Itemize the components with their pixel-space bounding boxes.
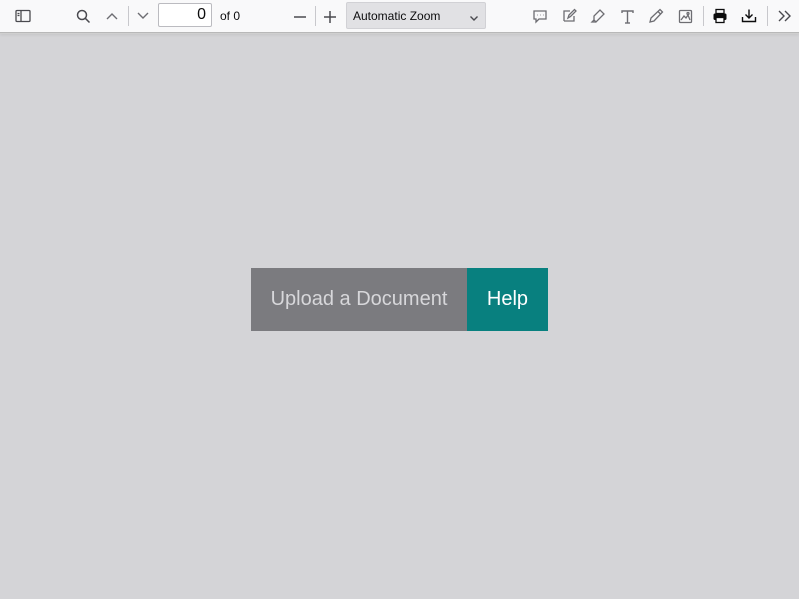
- page-count-label: of 0: [220, 9, 241, 23]
- separator: [128, 6, 129, 26]
- minus-icon: [293, 9, 307, 23]
- image-button[interactable]: [672, 3, 698, 29]
- chevron-down-icon: [469, 10, 479, 28]
- zoom-select-value: Automatic Zoom: [353, 9, 441, 23]
- zoom-in-button[interactable]: [317, 3, 343, 29]
- print-icon: [712, 8, 728, 24]
- help-button[interactable]: Help: [467, 268, 548, 331]
- draw-button[interactable]: [643, 3, 669, 29]
- edit-icon: [561, 8, 577, 24]
- image-icon: [678, 9, 693, 24]
- chevron-down-icon: [136, 11, 150, 21]
- zoom-select[interactable]: Automatic Zoom: [346, 2, 486, 29]
- search-icon: [76, 9, 91, 24]
- separator: [767, 6, 768, 26]
- toolbar: of 0 Automatic Zoom: [0, 0, 799, 33]
- comment-button[interactable]: [527, 3, 553, 29]
- highlight-icon: [590, 8, 606, 24]
- separator: [315, 6, 316, 26]
- tools-button[interactable]: [771, 3, 797, 29]
- zoom-out-button[interactable]: [287, 3, 313, 29]
- text-icon: [620, 9, 635, 24]
- previous-page-button[interactable]: [99, 3, 125, 29]
- page-number-input[interactable]: [158, 3, 212, 27]
- comment-icon: [532, 9, 548, 24]
- upload-document-button[interactable]: Upload a Document: [251, 268, 467, 331]
- separator: [703, 6, 704, 26]
- print-button[interactable]: [707, 3, 733, 29]
- double-chevron-right-icon: [776, 9, 792, 23]
- plus-icon: [323, 9, 337, 23]
- chevron-up-icon: [105, 11, 119, 21]
- draw-icon: [648, 8, 664, 24]
- highlight-button[interactable]: [585, 3, 611, 29]
- edit-button[interactable]: [556, 3, 582, 29]
- download-button[interactable]: [736, 3, 762, 29]
- sidebar-toggle-icon: [15, 9, 31, 23]
- sidebar-toggle-button[interactable]: [10, 3, 36, 29]
- next-page-button[interactable]: [130, 3, 156, 29]
- text-button[interactable]: [614, 3, 640, 29]
- find-button[interactable]: [70, 3, 96, 29]
- upload-button-group: Upload a Document Help: [251, 268, 548, 331]
- download-icon: [741, 8, 757, 24]
